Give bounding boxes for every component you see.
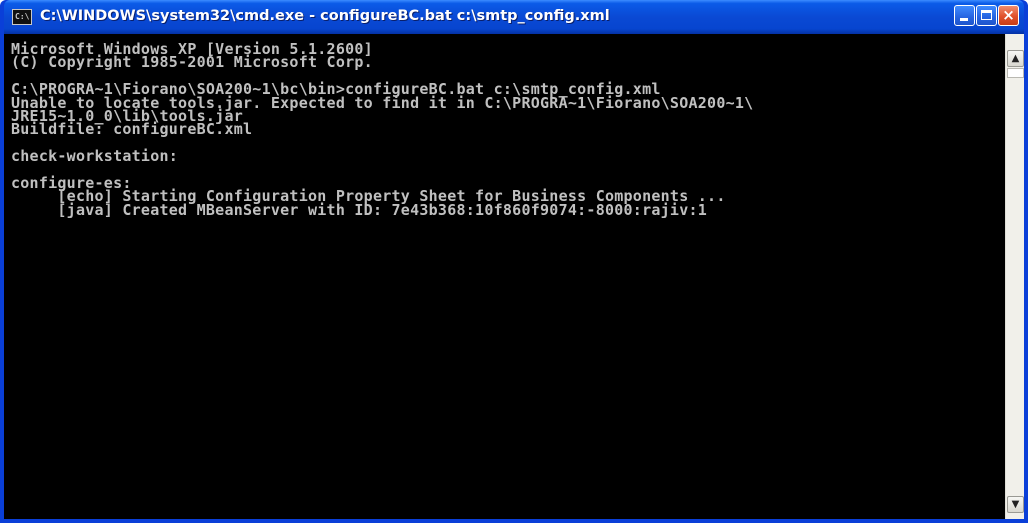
close-button[interactable]: × bbox=[998, 5, 1019, 26]
console-line: (C) Copyright 1985-2001 Microsoft Corp. bbox=[11, 53, 373, 72]
vertical-scrollbar[interactable]: ▲ ▼ bbox=[1005, 34, 1024, 519]
minimize-button[interactable] bbox=[954, 5, 975, 26]
maximize-button[interactable] bbox=[976, 5, 997, 26]
scroll-up-icon[interactable]: ▲ bbox=[1007, 50, 1024, 67]
window-title: C:\WINDOWS\system32\cmd.exe - configureB… bbox=[40, 8, 610, 24]
console-line: check-workstation: bbox=[11, 147, 179, 166]
console-line: Buildfile: configureBC.xml bbox=[11, 120, 253, 139]
console-line: [java] Created MBeanServer with ID: 7e43… bbox=[11, 200, 708, 219]
cmd-console-icon[interactable]: C:\ bbox=[12, 9, 32, 25]
title-bar[interactable]: C:\ C:\WINDOWS\system32\cmd.exe - config… bbox=[4, 0, 1024, 34]
console-output[interactable]: Microsoft Windows XP [Version 5.1.2600](… bbox=[4, 34, 1005, 519]
scroll-down-icon[interactable]: ▼ bbox=[1007, 496, 1024, 513]
console-window: C:\ C:\WINDOWS\system32\cmd.exe - config… bbox=[0, 0, 1028, 523]
scroll-thumb[interactable] bbox=[1007, 68, 1024, 78]
close-icon: × bbox=[1002, 6, 1015, 24]
console-text: Microsoft Windows XP [Version 5.1.2600](… bbox=[4, 34, 1005, 217]
